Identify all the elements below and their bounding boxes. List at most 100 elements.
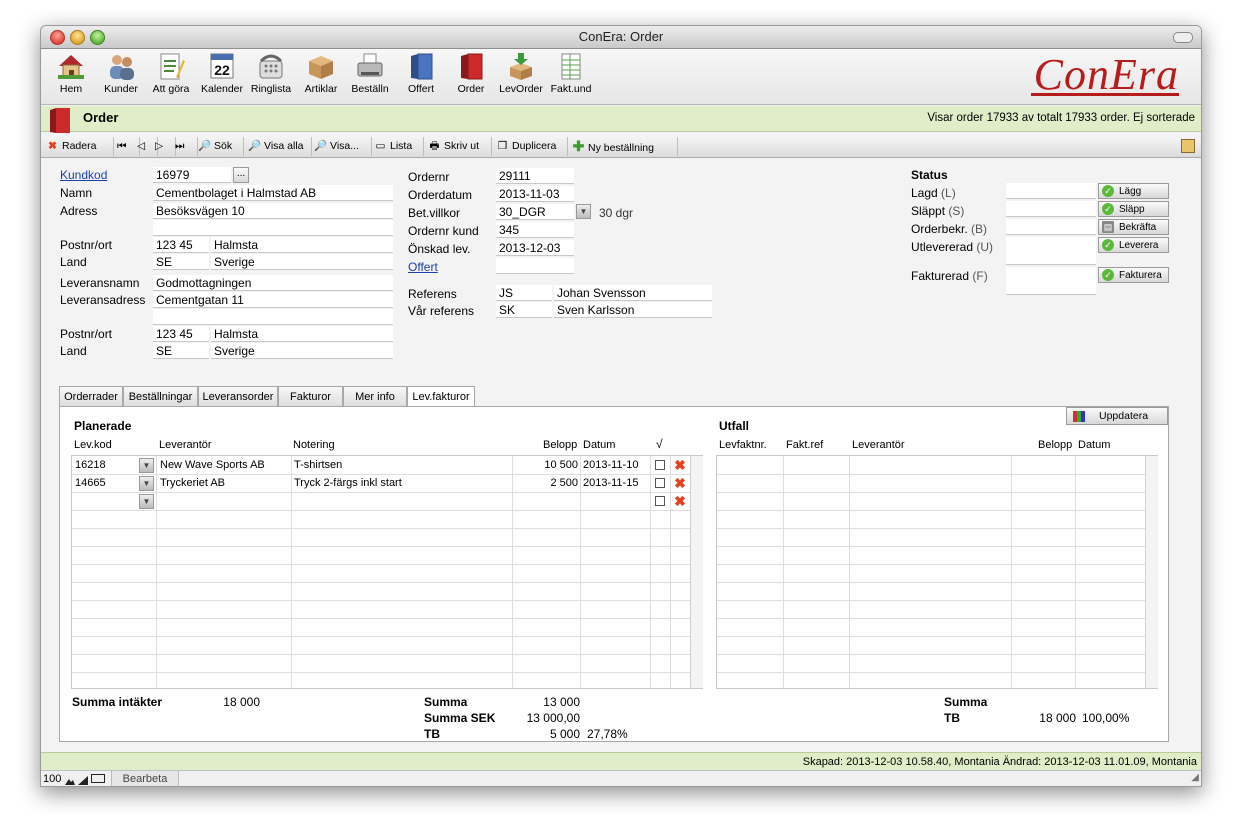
orderdatum-field[interactable]: 2013-11-03 — [496, 186, 574, 202]
toolbar-attgora-button[interactable]: Att göra — [149, 51, 193, 95]
row1-checkbox[interactable] — [655, 460, 665, 470]
kundkod-lookup-button[interactable]: ... — [233, 167, 249, 183]
leveransadress2-field[interactable] — [153, 309, 393, 325]
offert-field[interactable] — [496, 258, 574, 274]
onskad-lev-field[interactable]: 2013-12-03 — [496, 240, 574, 256]
visa-button[interactable]: 🔎 Visa... — [309, 137, 372, 156]
toolbar-offert-button[interactable]: Offert — [401, 51, 441, 95]
row1-delete-icon[interactable]: ✖ — [673, 458, 687, 472]
uppdatera-button[interactable]: Uppdatera — [1066, 407, 1168, 425]
leveransadress-field[interactable]: Cementgatan 11 — [153, 292, 393, 308]
lista-button[interactable]: ▭ Lista — [369, 137, 424, 156]
mode-indicator[interactable]: Bearbeta — [111, 771, 179, 786]
land-field[interactable]: Sverige — [211, 254, 393, 270]
resize-grip-icon[interactable]: ◢ — [1191, 770, 1199, 786]
toolbar-kunder-button[interactable]: Kunder — [101, 51, 141, 95]
planerade-scrollbar[interactable] — [690, 456, 703, 688]
close-window-button[interactable] — [50, 30, 65, 45]
row1-leverantor[interactable]: New Wave Sports AB — [160, 456, 265, 474]
row2-notering[interactable]: Tryck 2-färgs inkl start — [294, 474, 402, 492]
toolbar-order-button[interactable]: Order — [451, 51, 491, 95]
var-referens-code-field[interactable]: SK — [496, 302, 552, 318]
fakturera-button[interactable]: ✓ Fakturera — [1098, 267, 1169, 283]
kundkod-field[interactable]: 16979 — [153, 167, 231, 183]
toolbar-bestalln-button[interactable]: Beställn — [348, 51, 392, 95]
adress2-field[interactable] — [153, 220, 393, 236]
betvillkor-dropdown-button[interactable]: ▼ — [576, 204, 591, 219]
row1-notering[interactable]: T-shirtsen — [294, 456, 342, 474]
row1-belopp[interactable]: 10 500 — [512, 456, 578, 474]
lagg-button[interactable]: ✓ Lägg — [1098, 183, 1169, 199]
betvillkor-field[interactable]: 30_DGR — [496, 204, 574, 220]
postnr-field[interactable]: 123 45 — [153, 237, 209, 253]
land-code-field[interactable]: SE — [153, 254, 209, 270]
row1-datum[interactable]: 2013-11-10 — [583, 456, 638, 474]
toolbar-ringlista-button[interactable]: Ringlista — [249, 51, 293, 95]
lev-ort-field[interactable]: Halmsta — [211, 326, 393, 342]
toolbar-faktund-button[interactable]: Fakt.und — [549, 51, 593, 95]
next-record-icon: ▷ — [155, 140, 164, 152]
ort-field[interactable]: Halmsta — [211, 237, 393, 253]
status-utlevererad-field[interactable] — [1006, 237, 1096, 265]
duplicera-button[interactable]: ❐ Duplicera — [491, 137, 568, 156]
tab-bestallningar[interactable]: Beställningar — [123, 386, 198, 406]
adress-field[interactable]: Besöksvägen 10 — [153, 203, 393, 219]
col-levkod: Lev.kod — [74, 439, 112, 451]
lev-land-field[interactable]: Sverige — [211, 343, 393, 359]
row2-datum[interactable]: 2013-11-15 — [583, 474, 638, 492]
ny-bestallning-button[interactable]: ✚ Ny beställning — [567, 137, 678, 156]
slapp-button[interactable]: ✓ Släpp — [1098, 201, 1169, 217]
lock-icon[interactable] — [1181, 139, 1195, 153]
status-fakturerad-field[interactable] — [1006, 267, 1096, 295]
zoom-level[interactable]: 100 — [43, 771, 61, 786]
row2-leverantor[interactable]: Tryckeriet AB — [160, 474, 225, 492]
namn-field[interactable]: Cementbolaget i Halmstad AB — [153, 185, 393, 201]
row1-levkod-dropdown[interactable]: ▼ — [139, 458, 154, 473]
leverera-button[interactable]: ✓ Leverera — [1098, 237, 1169, 253]
toolbar-hem-button[interactable]: Hem — [53, 51, 89, 95]
tab-mer-info[interactable]: Mer info — [343, 386, 407, 406]
visa-alla-button[interactable]: 🔎 Visa alla — [243, 137, 312, 156]
zoom-window-button[interactable] — [90, 30, 105, 45]
status-lagd-field[interactable] — [1006, 183, 1096, 199]
zoom-mountain-icon[interactable] — [65, 774, 75, 785]
sok-button[interactable]: 🔎 Sök — [193, 137, 244, 156]
minimize-window-button[interactable] — [70, 30, 85, 45]
lev-postnr-field[interactable]: 123 45 — [153, 326, 209, 342]
tab-orderrader[interactable]: Orderrader — [59, 386, 123, 406]
bekrafta-button[interactable]: ▤ Bekräfta — [1098, 219, 1169, 235]
status-toolbar-icon[interactable] — [78, 774, 88, 785]
toolbar-levorder-button[interactable]: LevOrder — [497, 51, 545, 95]
fax-icon — [355, 51, 385, 81]
utfall-scrollbar[interactable] — [1145, 456, 1158, 688]
tab-fakturor[interactable]: Fakturor — [278, 386, 343, 406]
leveransnamn-field[interactable]: Godmottagningen — [153, 275, 393, 291]
ordernr-kund-field[interactable]: 345 — [496, 222, 574, 238]
var-referens-name-field[interactable]: Sven Karlsson — [554, 302, 712, 318]
toolbar-kalender-button[interactable]: 22 Kalender — [200, 51, 244, 95]
row3-delete-icon[interactable]: ✖ — [673, 494, 687, 508]
layout-toggle-icon[interactable] — [91, 774, 105, 783]
row3-levkod-dropdown[interactable]: ▼ — [139, 494, 154, 509]
row2-levkod[interactable]: 14665 — [75, 474, 106, 492]
row3-checkbox[interactable] — [655, 496, 665, 506]
referens-code-field[interactable]: JS — [496, 285, 552, 301]
offert-link[interactable]: Offert — [408, 260, 438, 274]
referens-name-field[interactable]: Johan Svensson — [554, 285, 712, 301]
toolbar-artiklar-button[interactable]: Artiklar — [301, 51, 341, 95]
toolbar-toggle-button[interactable] — [1173, 32, 1193, 43]
row1-levkod[interactable]: 16218 — [75, 456, 106, 474]
tab-leveransorder[interactable]: Leveransorder — [198, 386, 278, 406]
radera-button[interactable]: ✖ Radera — [41, 137, 114, 156]
row2-checkbox[interactable] — [655, 478, 665, 488]
status-orderbekr-field[interactable] — [1006, 219, 1096, 235]
kundkod-link[interactable]: Kundkod — [60, 168, 107, 182]
ordernr-field[interactable]: 29111 — [496, 168, 574, 184]
row2-levkod-dropdown[interactable]: ▼ — [139, 476, 154, 491]
row2-belopp[interactable]: 2 500 — [512, 474, 578, 492]
status-slappt-field[interactable] — [1006, 201, 1096, 217]
tab-lev-fakturor[interactable]: Lev.fakturor — [407, 386, 475, 407]
skriv-ut-button[interactable]: 🖶 Skriv ut — [423, 137, 492, 156]
lev-land-code-field[interactable]: SE — [153, 343, 209, 359]
row2-delete-icon[interactable]: ✖ — [673, 476, 687, 490]
